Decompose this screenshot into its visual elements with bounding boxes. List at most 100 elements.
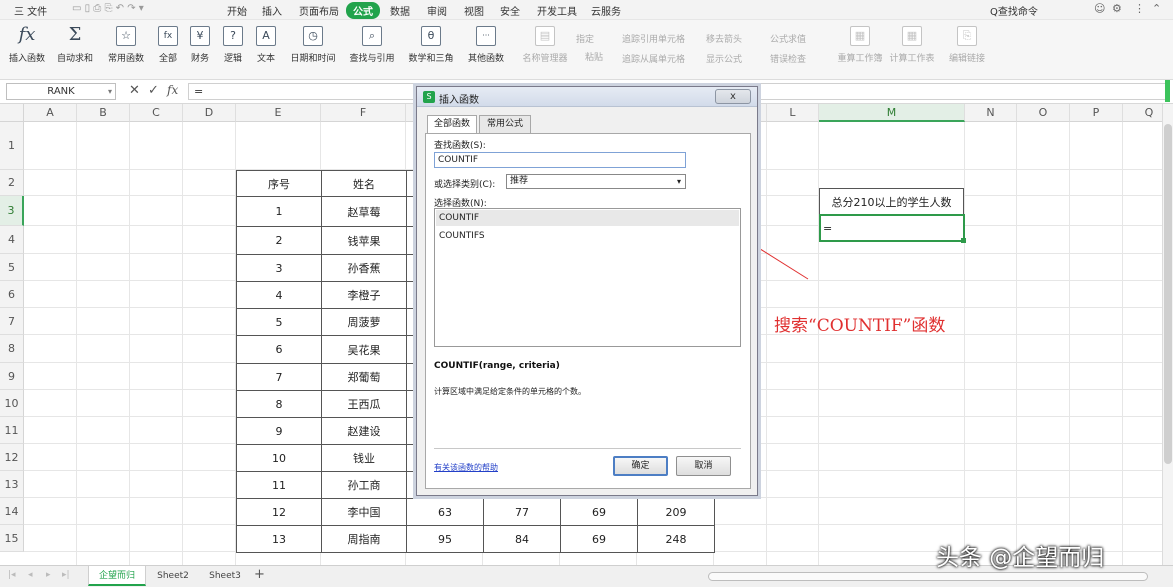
quick-access-icons[interactable]: ▭ ▯ ⎙ ⎘ ↶ ↷ ▾ [72, 3, 144, 14]
row-header[interactable]: 15 [0, 525, 24, 552]
first-sheet-icon[interactable]: |◂ [8, 570, 16, 580]
row-header[interactable]: 1 [0, 122, 24, 170]
table-cell[interactable]: 序号 [236, 170, 322, 197]
table-cell[interactable]: 赵建设 [321, 417, 407, 445]
sheet-tab[interactable]: Sheet2 [150, 566, 196, 586]
table-cell[interactable]: 孙香蕉 [321, 254, 407, 282]
name-box[interactable]: RANK ▾ [6, 83, 116, 100]
confirm-icon[interactable]: ✓ [148, 83, 159, 98]
vertical-scrollbar[interactable] [1162, 104, 1173, 565]
table-cell[interactable]: 郑葡萄 [321, 363, 407, 391]
tab-home[interactable]: 开始 [227, 3, 247, 18]
column-header[interactable]: F [321, 104, 406, 122]
function-item[interactable]: COUNTIFS [436, 228, 739, 244]
column-header[interactable]: Q [1123, 104, 1162, 122]
help-link[interactable]: 有关该函数的帮助 [434, 462, 498, 473]
row-header[interactable]: 6 [0, 281, 24, 308]
column-header[interactable]: C [130, 104, 183, 122]
table-cell[interactable]: 5 [236, 308, 322, 336]
add-sheet-button[interactable]: + [254, 567, 265, 582]
tab-insert[interactable]: 插入 [262, 3, 282, 18]
tab-formula[interactable]: 公式 [346, 2, 380, 19]
show-formulas-button[interactable]: 显示公式 [706, 52, 742, 65]
column-header[interactable]: A [24, 104, 77, 122]
tab-cloud[interactable]: 云服务 [591, 3, 621, 18]
row-header[interactable]: 5 [0, 254, 24, 281]
row-header[interactable]: 14 [0, 498, 24, 525]
row-header[interactable]: 9 [0, 363, 24, 390]
table-cell[interactable]: 李橙子 [321, 281, 407, 309]
m2-header-cell[interactable]: 总分210以上的学生人数 [819, 188, 964, 215]
tab-review[interactable]: 审阅 [427, 3, 447, 18]
row-header[interactable]: 11 [0, 417, 24, 444]
table-cell[interactable]: 李中国 [321, 498, 407, 526]
table-cell[interactable]: 3 [236, 254, 322, 282]
table-cell[interactable]: 1 [236, 196, 322, 227]
table-cell[interactable]: 13 [236, 525, 322, 553]
remove-arrows-button[interactable]: 移去箭头 [706, 32, 742, 45]
tab-developer[interactable]: 开发工具 [537, 3, 577, 18]
smile-icon[interactable]: ☺ [1094, 2, 1105, 15]
function-item[interactable]: COUNTIF [436, 210, 739, 226]
next-sheet-icon[interactable]: ▸ [46, 570, 51, 580]
more-icon[interactable]: ⋮ [1134, 2, 1145, 15]
ok-button[interactable]: 确定 [613, 456, 668, 476]
table-cell[interactable]: 7 [236, 363, 322, 391]
column-header[interactable]: O [1017, 104, 1070, 122]
insert-function-button[interactable]: fx 插入函数 [8, 26, 46, 76]
column-header[interactable]: L [767, 104, 819, 122]
table-cell[interactable]: 209 [637, 498, 715, 526]
table-cell[interactable]: 84 [483, 525, 561, 553]
table-cell[interactable]: 王西瓜 [321, 390, 407, 418]
gear-icon[interactable]: ⚙ [1112, 2, 1122, 15]
function-list[interactable]: COUNTIF COUNTIFS [434, 208, 741, 347]
fill-handle[interactable] [961, 238, 966, 243]
active-cell-m3[interactable]: = [819, 214, 966, 243]
autosum-button[interactable]: Σ 自动求和 [53, 26, 97, 76]
finance-button[interactable]: ¥ 财务 [186, 26, 214, 76]
table-cell[interactable]: 248 [637, 525, 715, 553]
error-check-button[interactable]: 错误检查 [770, 52, 806, 65]
table-cell[interactable]: 钱苹果 [321, 226, 407, 255]
row-header[interactable]: 3 [0, 196, 24, 226]
fx-icon[interactable]: fx [167, 83, 178, 97]
math-button[interactable]: θ 数学和三角 [405, 26, 457, 76]
close-button[interactable]: x [715, 89, 751, 104]
function-search-input[interactable]: COUNTIF [434, 152, 686, 168]
chevron-down-icon[interactable]: ▾ [677, 175, 681, 188]
table-cell[interactable]: 4 [236, 281, 322, 309]
column-header[interactable]: M [819, 104, 965, 122]
horizontal-scrollbar[interactable] [708, 572, 1148, 581]
file-menu[interactable]: 三 文件 [14, 3, 47, 18]
table-cell[interactable]: 11 [236, 471, 322, 499]
text-button[interactable]: A 文本 [252, 26, 280, 76]
tab-security[interactable]: 安全 [500, 3, 520, 18]
recalc-workbook-button[interactable]: ▦ 重算工作簿 [836, 26, 884, 76]
dialog-titlebar[interactable]: S 插入函数 x [417, 87, 757, 107]
common-function-button[interactable]: ☆ 常用函数 [104, 26, 148, 76]
name-manager-button[interactable]: ▤ 名称管理器 [522, 26, 568, 76]
table-cell[interactable]: 69 [560, 498, 638, 526]
evaluate-formula-button[interactable]: 公式求值 [770, 32, 806, 45]
sheet-tab[interactable]: 企望而归 [88, 566, 146, 586]
row-header[interactable]: 13 [0, 471, 24, 498]
row-header[interactable]: 12 [0, 444, 24, 471]
table-cell[interactable]: 赵草莓 [321, 196, 407, 227]
row-header[interactable]: 10 [0, 390, 24, 417]
sheet-tab[interactable]: Sheet3 [202, 566, 248, 586]
row-header[interactable]: 7 [0, 308, 24, 335]
lookup-button[interactable]: ⌕ 查找与引用 [346, 26, 398, 76]
select-all-corner[interactable] [0, 104, 24, 122]
table-cell[interactable]: 12 [236, 498, 322, 526]
column-header[interactable]: N [965, 104, 1017, 122]
table-cell[interactable]: 8 [236, 390, 322, 418]
edit-links-button[interactable]: ⎘ 编辑链接 [946, 26, 988, 76]
collapse-icon[interactable]: ⌃ [1152, 2, 1161, 15]
specify-button[interactable]: 指定 [576, 32, 594, 45]
table-cell[interactable]: 6 [236, 335, 322, 364]
column-header[interactable]: E [236, 104, 321, 122]
logic-button[interactable]: ? 逻辑 [219, 26, 247, 76]
trace-precedents-button[interactable]: 追踪引用单元格 [622, 32, 685, 45]
cancel-button[interactable]: 取消 [676, 456, 731, 476]
table-cell[interactable]: 77 [483, 498, 561, 526]
